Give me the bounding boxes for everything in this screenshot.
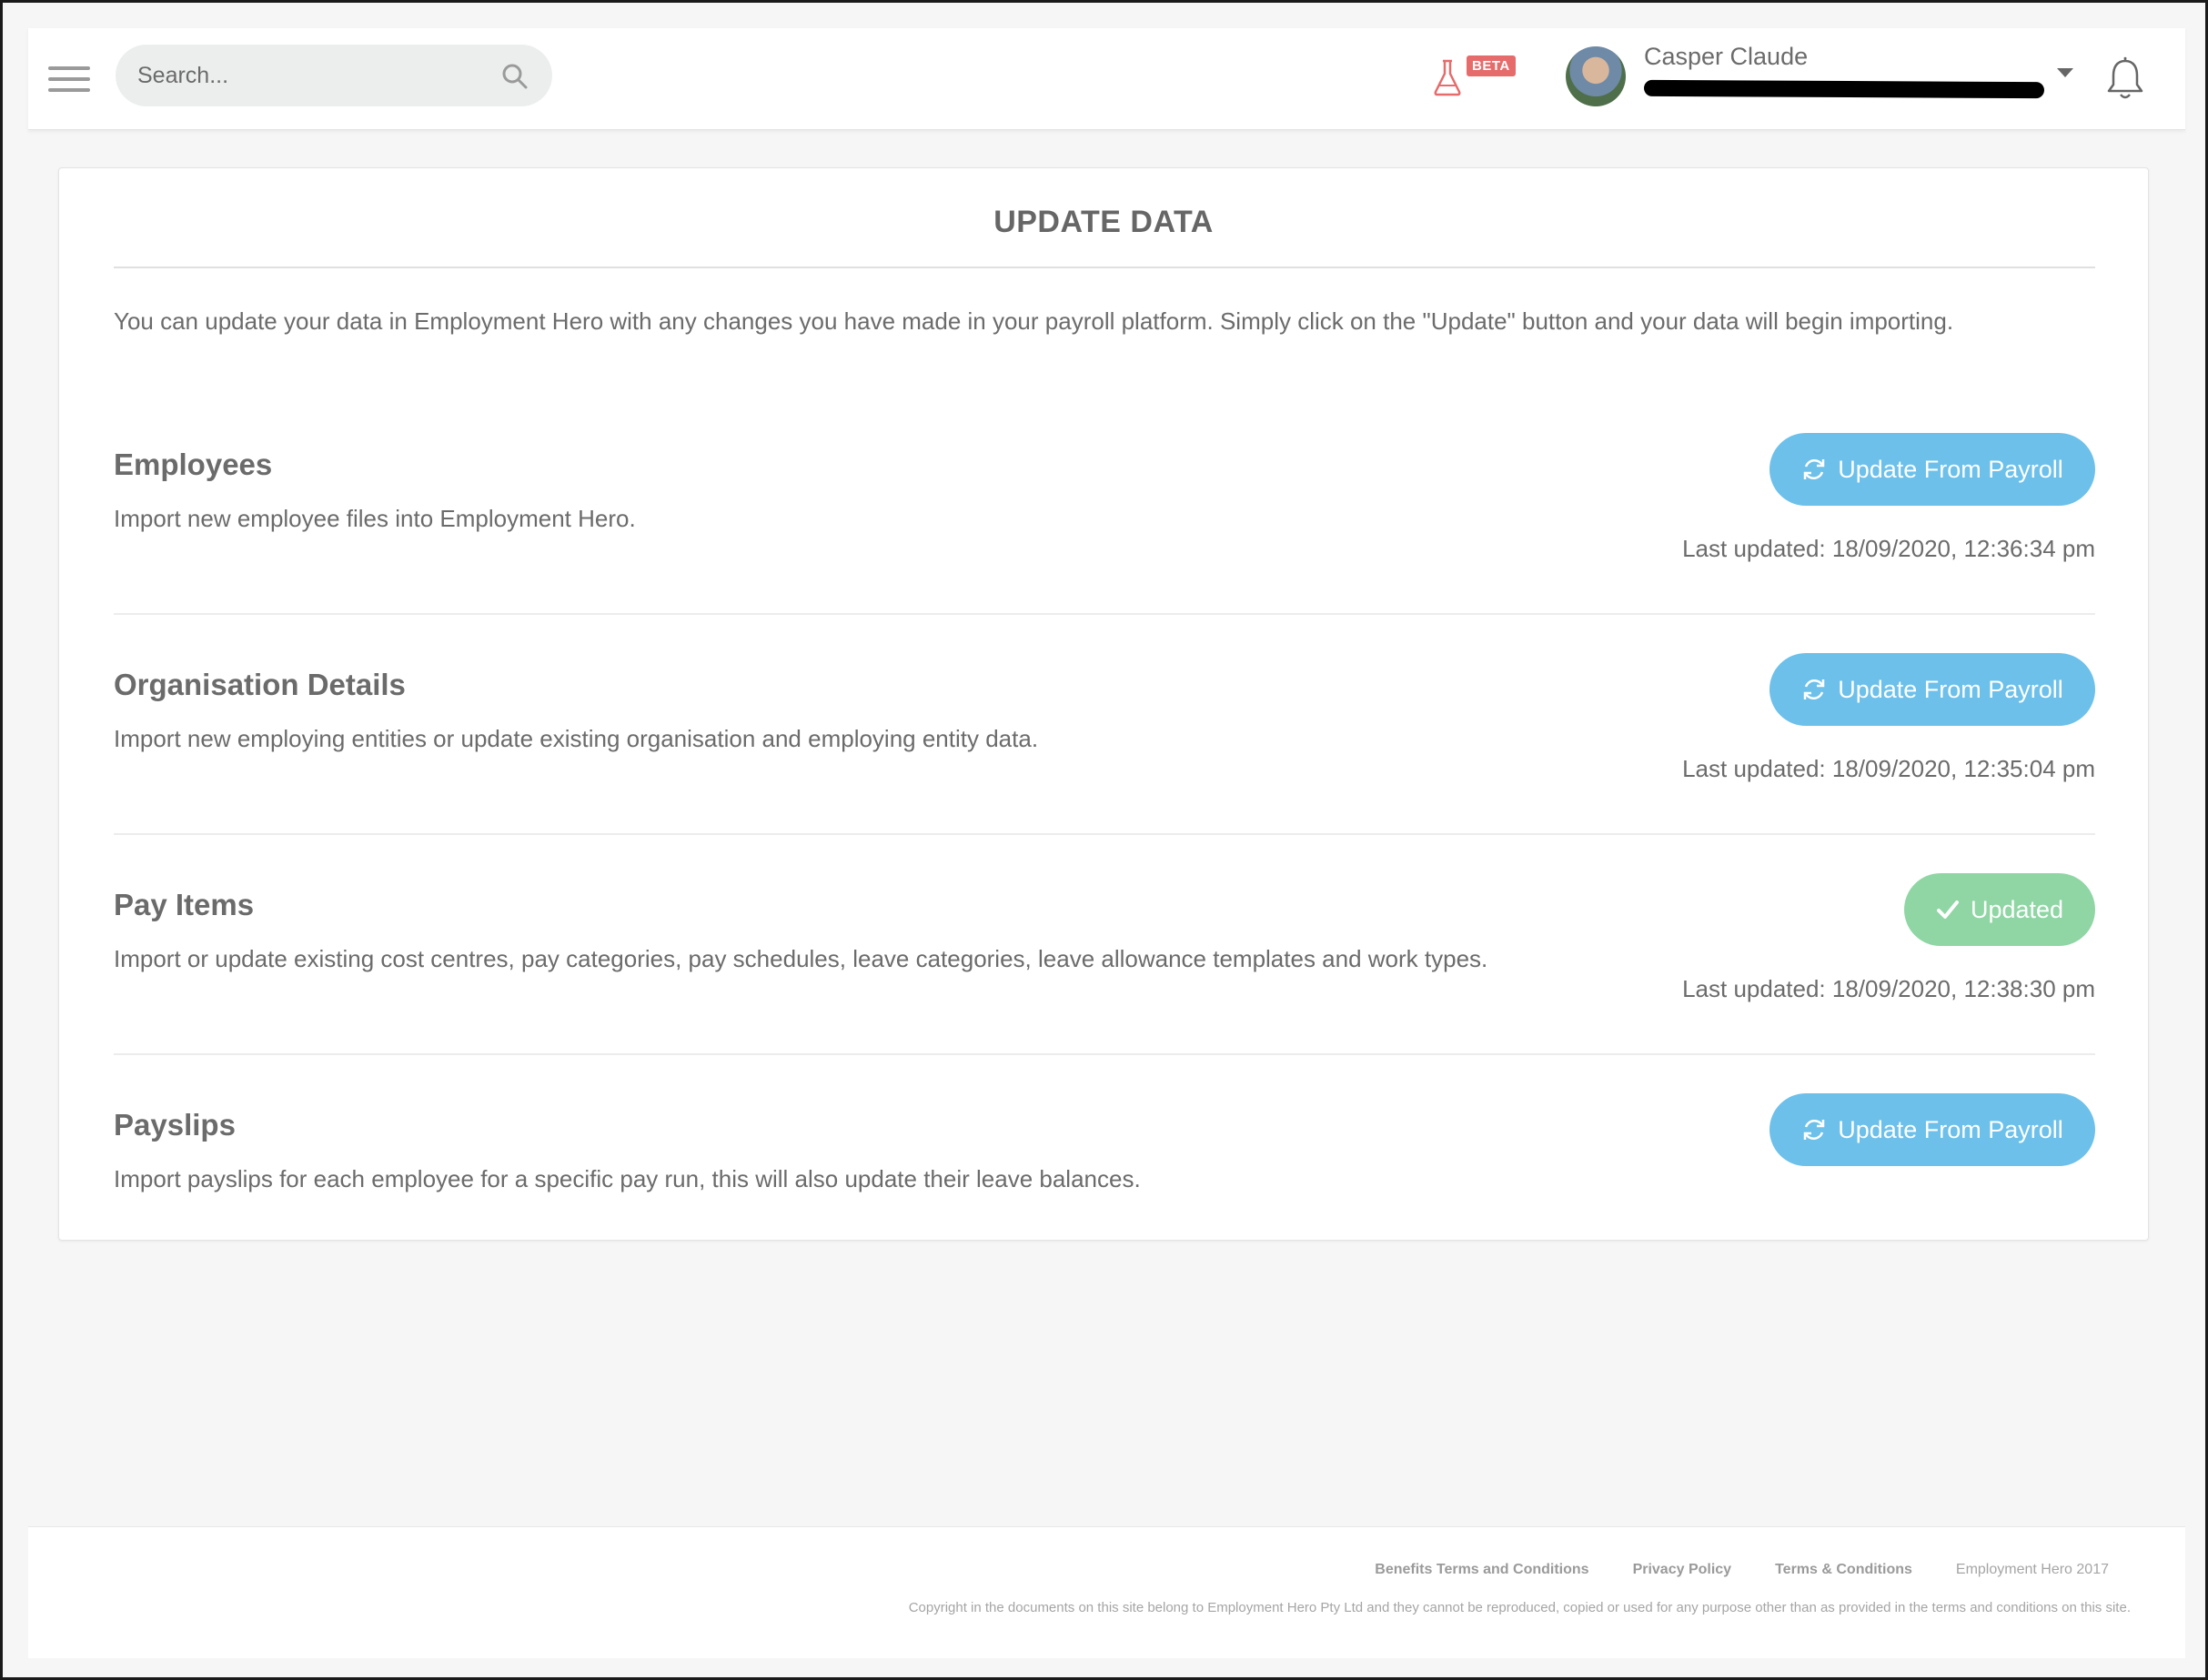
section-payslips: Payslips Import payslips for each employ… [114, 1093, 2095, 1217]
section-pay-items: Pay Items Import or update existing cost… [114, 873, 2095, 1055]
app-window: BETA Casper Claude UPDATE DATA You can u… [0, 0, 2208, 1680]
top-nav-bar: BETA Casper Claude [28, 28, 2185, 130]
last-updated-text: Last updated: 18/09/2020, 12:36:34 pm [1682, 535, 2095, 562]
search-icon[interactable] [501, 63, 529, 90]
page-footer: Benefits Terms and Conditions Privacy Po… [28, 1526, 2185, 1658]
user-menu[interactable]: Casper Claude [1566, 41, 2075, 114]
updated-pay-items-button[interactable]: Updated [1904, 873, 2095, 946]
intro-text: You can update your data in Employment H… [114, 307, 1954, 335]
copyright-text: Copyright in the documents on this site … [908, 1600, 2131, 1615]
button-label: Update From Payroll [1838, 675, 2063, 703]
chevron-down-icon[interactable] [2057, 68, 2073, 77]
terms-conditions-link[interactable]: Terms & Conditions [1775, 1562, 1912, 1578]
button-label: Updated [1970, 895, 2064, 923]
button-label: Update From Payroll [1838, 1115, 2063, 1143]
refresh-icon [1803, 1119, 1825, 1141]
button-label: Update From Payroll [1838, 455, 2063, 483]
check-icon [1936, 900, 1959, 919]
section-divider [114, 613, 2095, 615]
title-divider [114, 267, 2095, 268]
last-updated-text: Last updated: 18/09/2020, 12:35:04 pm [1682, 755, 2095, 782]
privacy-policy-link[interactable]: Privacy Policy [1633, 1562, 1732, 1578]
section-title: Payslips [114, 1108, 236, 1142]
beta-features-button[interactable]: BETA [1432, 54, 1523, 97]
user-name: Casper Claude [1644, 43, 1809, 70]
section-title: Pay Items [114, 888, 255, 921]
flask-icon [1434, 59, 1461, 96]
update-data-card: UPDATE DATA You can update your data in … [58, 167, 2149, 1241]
update-payslips-button[interactable]: Update From Payroll [1769, 1093, 2095, 1166]
footer-links: Benefits Terms and Conditions Privacy Po… [1375, 1562, 2109, 1578]
last-updated-text: Last updated: 18/09/2020, 12:38:30 pm [1682, 975, 2095, 1002]
bell-icon[interactable] [2104, 55, 2146, 101]
footer-brand: Employment Hero 2017 [1955, 1562, 2109, 1577]
refresh-icon [1803, 458, 1825, 480]
search-input[interactable] [137, 45, 483, 106]
update-employees-button[interactable]: Update From Payroll [1769, 433, 2095, 506]
section-employees: Employees Import new employee files into… [114, 433, 2095, 615]
section-description: Import new employee files into Employmen… [114, 505, 636, 532]
benefits-terms-link[interactable]: Benefits Terms and Conditions [1375, 1562, 1588, 1578]
refresh-icon [1803, 679, 1825, 700]
search-bar[interactable] [116, 45, 552, 106]
beta-badge: BETA [1467, 55, 1516, 76]
section-description: Import new employing entities or update … [114, 725, 1039, 752]
section-divider [114, 833, 2095, 835]
avatar [1566, 46, 1626, 106]
update-organisation-button[interactable]: Update From Payroll [1769, 653, 2095, 726]
section-description: Import payslips for each employee for a … [114, 1165, 1141, 1192]
section-divider [114, 1053, 2095, 1055]
section-description: Import or update existing cost centres, … [114, 945, 1488, 972]
section-title: Organisation Details [114, 668, 406, 701]
section-organisation-details: Organisation Details Import new employin… [114, 653, 2095, 835]
redacted-email [1643, 79, 2045, 99]
page-title: UPDATE DATA [993, 205, 1214, 239]
section-title: Employees [114, 448, 273, 481]
hamburger-icon[interactable] [48, 63, 90, 96]
